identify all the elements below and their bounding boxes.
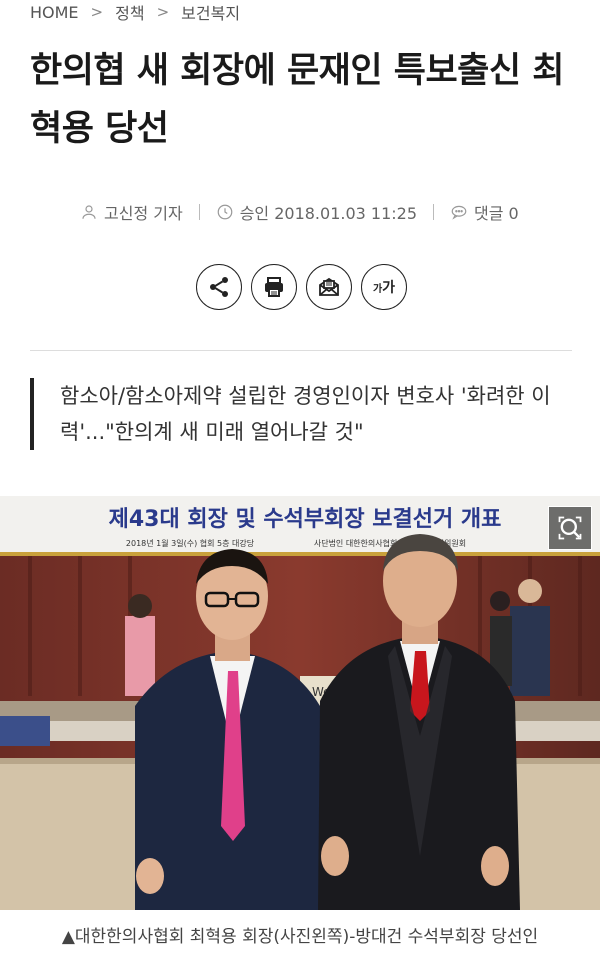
reporter-info: 고신정 기자	[80, 200, 183, 224]
speech-bubble-icon	[451, 205, 467, 220]
print-button[interactable]	[251, 264, 297, 310]
chevron-right-icon: >	[90, 3, 104, 21]
clock-icon	[217, 204, 233, 220]
zoom-button[interactable]	[548, 506, 592, 550]
approved-info: 승인 2018.01.03 11:25	[216, 200, 417, 224]
breadcrumb-subsection[interactable]: 보건복지	[181, 0, 240, 24]
banner-title: 제43대 회장 및 수석부회장 보결선거 개표	[109, 507, 502, 532]
meta-divider	[433, 204, 435, 220]
breadcrumb-home[interactable]: HOME	[30, 3, 79, 22]
photo-scene: 제43대 회장 및 수석부회장 보결선거 개표 2018년 1월 3일(수) 협…	[0, 496, 600, 910]
divider	[30, 350, 572, 351]
article-tools: 가가	[196, 264, 407, 310]
comments-info[interactable]: 댓글 0	[450, 200, 519, 224]
breadcrumb: HOME > 정책 > 보건복지	[30, 0, 240, 24]
magnifier-icon	[558, 516, 582, 540]
email-button[interactable]	[306, 264, 352, 310]
share-icon	[210, 277, 228, 297]
chevron-right-icon: >	[156, 3, 170, 21]
approved-datetime: 승인 2018.01.03 11:25	[239, 204, 418, 223]
share-button[interactable]	[196, 264, 242, 310]
banner-date: 2018년 1월 3일(수) 협회 5층 대강당	[126, 538, 255, 548]
email-icon	[319, 277, 339, 296]
article-photo[interactable]: 제43대 회장 및 수석부회장 보결선거 개표 2018년 1월 3일(수) 협…	[0, 496, 600, 910]
reporter-name[interactable]: 고신정 기자	[104, 200, 183, 224]
breadcrumb-section[interactable]: 정책	[115, 0, 144, 24]
photo-caption: ▲대한한의사협회 최혁용 회장(사진왼쪽)-방대건 수석부회장 당선인	[61, 927, 539, 947]
article-subtitle: 함소아/함소아제약 설립한 경영인이자 변호사 '화려한 이력'..."한의계 …	[30, 378, 575, 450]
comments-count: 댓글 0	[474, 204, 519, 223]
printer-icon	[265, 277, 283, 297]
meta-divider	[198, 204, 200, 220]
font-size-small-label: 가	[372, 283, 383, 295]
article-title: 한의협 새 회장에 문재인 특보출신 최혁용 당선	[30, 51, 564, 149]
person-icon	[82, 205, 96, 219]
font-size-button[interactable]: 가가	[361, 264, 407, 310]
article-meta: 고신정 기자 승인 2018.01.03 11:25 댓글 0	[80, 198, 519, 226]
font-size-large-label: 가	[382, 280, 396, 296]
